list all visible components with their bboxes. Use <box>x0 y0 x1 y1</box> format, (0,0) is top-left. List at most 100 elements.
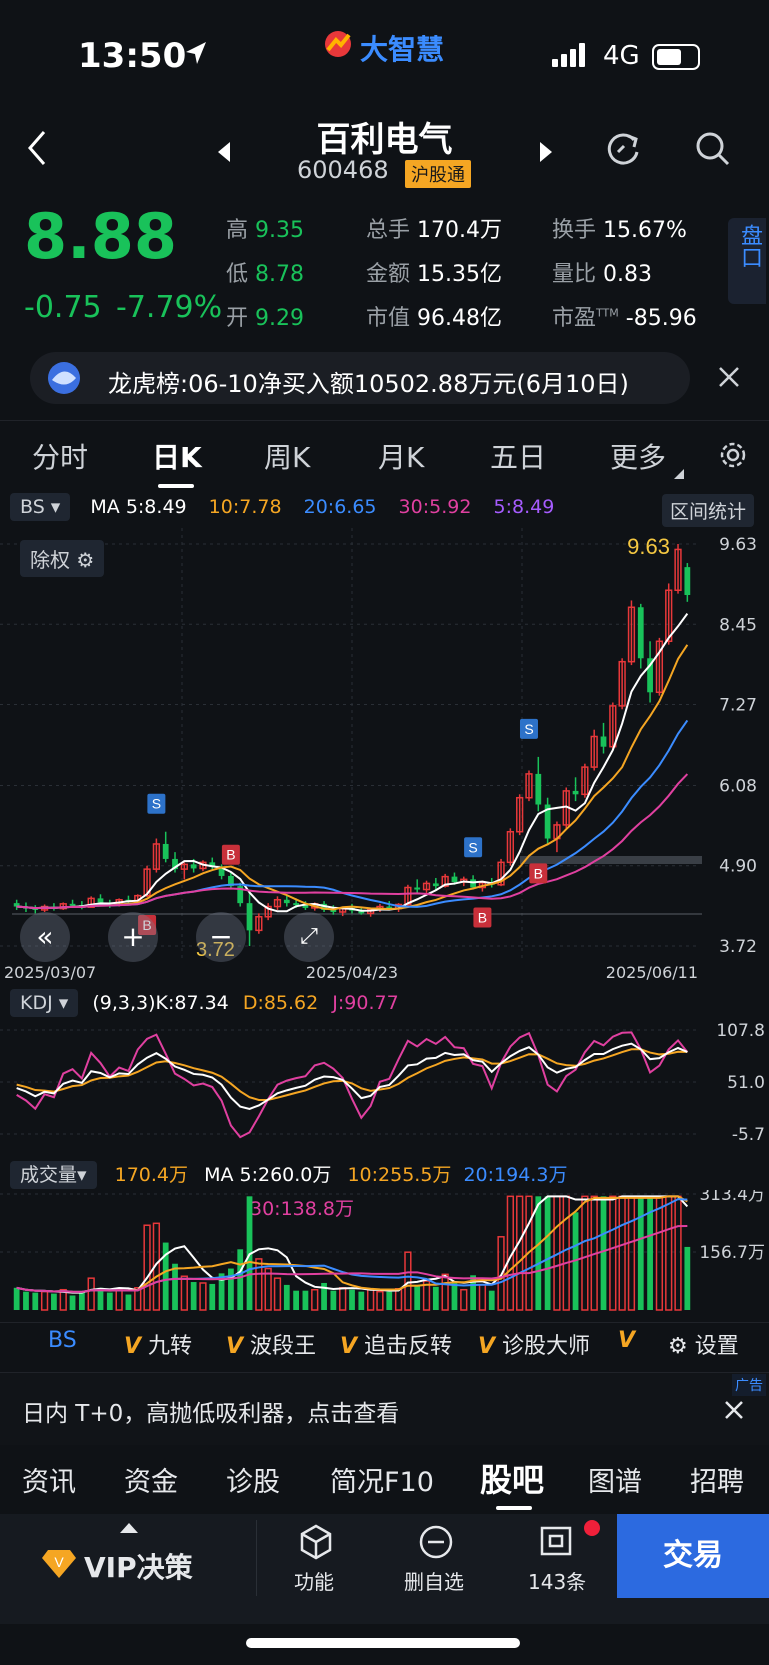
tab-monthly-k[interactable]: 月K <box>378 436 424 476</box>
function-label[interactable]: 功能 <box>294 1566 334 1595</box>
strategy-zhengu[interactable]: V 诊股大师 <box>478 1328 590 1360</box>
price-change-pct: -7.79% <box>116 290 223 325</box>
remove-watchlist-icon[interactable] <box>418 1524 454 1564</box>
volume-bar <box>125 1294 132 1310</box>
zoom-in-button[interactable]: + <box>108 912 158 962</box>
pressure-band <box>520 856 702 864</box>
zoom-out-button[interactable]: − <box>196 912 246 962</box>
expand-up-icon[interactable] <box>120 1518 138 1537</box>
volume-bar <box>609 1195 617 1311</box>
volume-bar <box>674 1195 682 1311</box>
volume-bar <box>562 1195 570 1311</box>
tab-f10[interactable]: 简况F10 <box>330 1460 434 1499</box>
candle-body <box>69 903 76 906</box>
ad-text[interactable]: 日内 T+0，高抛低吸利器，点击查看 <box>22 1394 399 1428</box>
location-arrow-icon <box>184 40 208 72</box>
fullscreen-button[interactable]: ⤢ <box>284 912 334 962</box>
volume-bar <box>544 1196 551 1310</box>
tab-daily-k[interactable]: 日K <box>152 436 202 476</box>
ma-indicator-bar: BS ▾ MA 5:8.49 10:7.78 20:6.65 30:5.92 5… <box>10 493 554 521</box>
strategy-zhuiji[interactable]: V 追击反转 <box>340 1328 452 1360</box>
ma30-value: 30:5.92 <box>398 496 472 518</box>
last-price: 8.88 <box>24 200 177 273</box>
volume-bar <box>311 1288 319 1311</box>
strategy-more-vip[interactable]: V <box>618 1328 635 1353</box>
volume-bar <box>115 1288 123 1311</box>
active-tab-indicator <box>158 484 194 488</box>
volume-bar <box>172 1263 178 1310</box>
high-price-marker: 9.63 <box>627 534 670 559</box>
comments-icon[interactable] <box>538 1524 574 1564</box>
tab-funds[interactable]: 资金 <box>124 1460 178 1499</box>
tab-jobs[interactable]: 招聘 <box>690 1460 744 1499</box>
strategy-bs[interactable]: BS <box>48 1328 77 1353</box>
volume-bar <box>460 1288 468 1311</box>
quote-turnover: 换手 15.67% <box>552 218 687 243</box>
range-stats-button[interactable]: 区间统计 <box>662 494 755 527</box>
news-text[interactable]: 龙虎榜:06-10净买入额10502.88万元(6月10日) <box>108 364 629 399</box>
volume-bar: 成交量▾ 170.4万 MA 5:260.0万 10:255.5万 20:194… <box>10 1160 567 1189</box>
pankou-button[interactable]: 盘口 <box>728 218 766 304</box>
tab-five-day[interactable]: 五日 <box>490 436 546 476</box>
price-axis-tick: 9.63 <box>719 535 757 555</box>
hk-connect-badge: 沪股通 <box>405 160 471 188</box>
settings-gear-icon[interactable] <box>718 440 748 474</box>
volume-bar <box>516 1195 524 1311</box>
bs-selector[interactable]: BS ▾ <box>10 493 71 521</box>
volume-bar <box>69 1295 76 1310</box>
refresh-icon[interactable] <box>604 130 642 172</box>
kdj-selector[interactable]: KDJ ▾ <box>10 989 79 1017</box>
settings-gear-small-icon: ⚙ <box>668 1334 688 1359</box>
volume-selector[interactable]: 成交量▾ <box>10 1161 97 1189</box>
search-icon[interactable] <box>694 130 732 172</box>
volume-bar <box>376 1290 384 1311</box>
vip-decision-button[interactable]: VIP决策 <box>84 1546 193 1586</box>
scroll-left-button[interactable]: « <box>20 912 70 962</box>
next-stock-icon[interactable] <box>538 142 552 166</box>
volume-bar <box>40 1290 49 1311</box>
ad-close-icon[interactable] <box>724 1400 744 1424</box>
ad-label: 广告 <box>732 1374 766 1396</box>
tab-intraday[interactable]: 分时 <box>32 436 88 476</box>
adjust-gear-icon: ⚙ <box>76 548 95 572</box>
home-indicator <box>246 1638 520 1648</box>
volume-bar <box>655 1195 664 1311</box>
candle-body <box>190 864 197 869</box>
dragon-tiger-icon <box>44 360 84 400</box>
volume-bar <box>180 1275 188 1311</box>
volume-bar <box>23 1291 29 1310</box>
comments-count[interactable]: 143条 <box>528 1566 586 1595</box>
trade-button[interactable]: 交易 <box>617 1514 769 1598</box>
vol-current: 170.4万 <box>114 1164 189 1186</box>
volume-bar <box>283 1284 290 1310</box>
close-icon[interactable] <box>718 366 740 392</box>
volume-bar <box>358 1291 365 1310</box>
volume-bar <box>432 1286 439 1310</box>
ex-rights-button[interactable]: 除权 ⚙ <box>20 540 105 577</box>
volume-bar <box>366 1288 375 1311</box>
tab-graph[interactable]: 图谱 <box>588 1460 642 1499</box>
volume-chart: 313.4万 156.7万 <box>0 1190 765 1311</box>
strategy-boduanwang[interactable]: V 波段王 <box>226 1328 316 1360</box>
candlestick-chart[interactable]: 9.63 8.45 7.27 6.08 4.90 3.72 2025/03/07 2025/0… <box>0 528 769 980</box>
volume-bar <box>106 1292 113 1310</box>
price-change: -0.75 <box>24 290 102 325</box>
volume-bar <box>581 1195 589 1311</box>
strategy-jiuzhuan[interactable]: V 九转 <box>124 1328 192 1360</box>
volume-bar <box>293 1290 299 1310</box>
tab-news[interactable]: 资讯 <box>22 1460 76 1499</box>
tab-forum[interactable]: 股吧 <box>480 1455 544 1501</box>
tab-more[interactable]: 更多 <box>610 436 666 476</box>
vol-ma10: 10:255.5万 <box>347 1164 452 1186</box>
date-axis-tick: 2025/03/07 <box>4 963 96 980</box>
tab-weekly-k[interactable]: 周K <box>264 436 310 476</box>
strategy-settings[interactable]: ⚙ 设置 <box>668 1328 739 1360</box>
remove-watchlist-label[interactable]: 删自选 <box>404 1566 464 1595</box>
volume-bar <box>78 1292 85 1310</box>
toolbar-divider <box>256 1520 257 1596</box>
content-tab-indicator <box>496 1506 532 1510</box>
volume-bar <box>451 1282 458 1310</box>
function-cube-icon[interactable] <box>298 1524 334 1564</box>
volume-axis-tick: 313.4万 <box>699 1190 765 1205</box>
tab-diagnosis[interactable]: 诊股 <box>226 1460 280 1499</box>
